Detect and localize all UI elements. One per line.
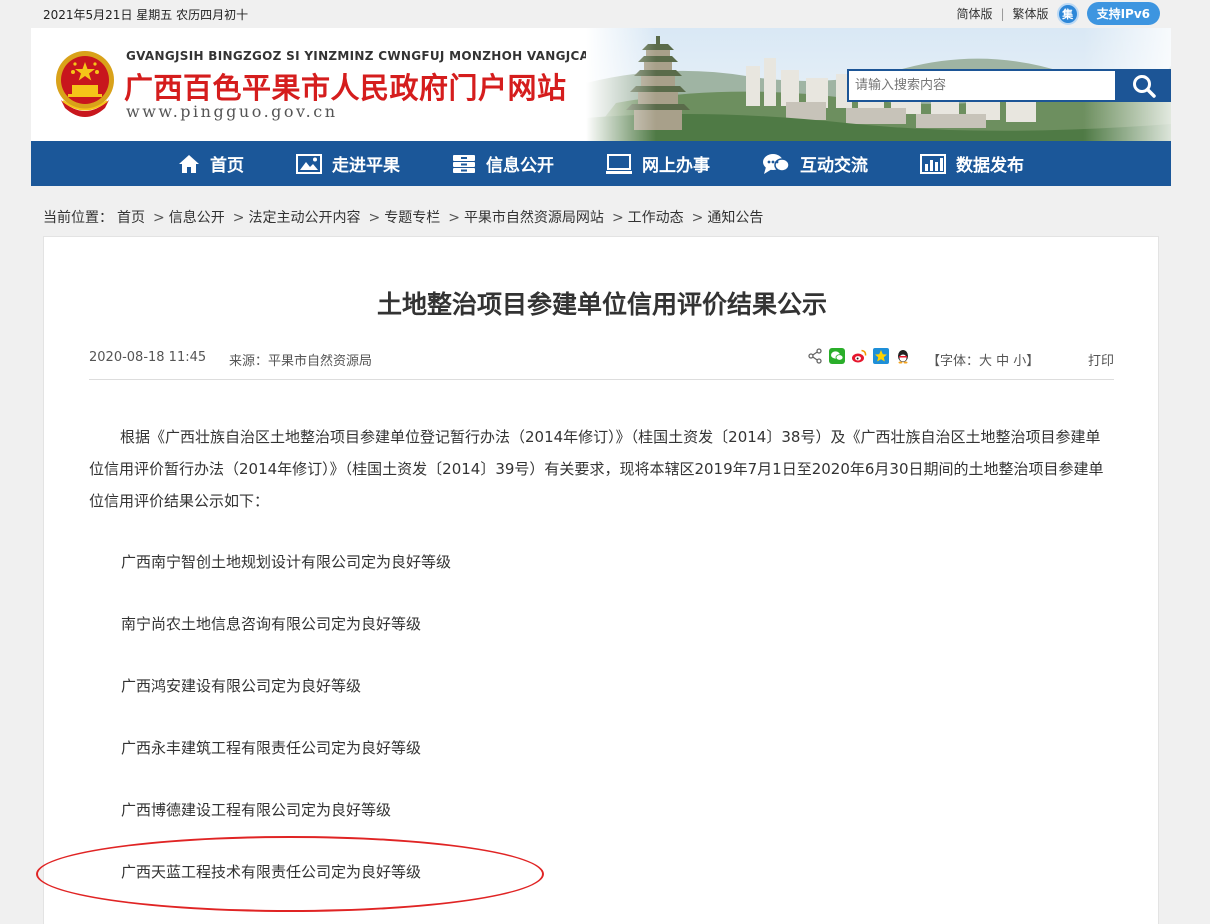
wechat-icon[interactable]	[829, 348, 845, 364]
nav-item-label: 数据发布	[956, 156, 1024, 176]
breadcrumb-arrow: >	[153, 210, 165, 226]
list-item: 广西天蓝工程技术有限责任公司定为良好等级	[121, 863, 422, 881]
ipv6-badge[interactable]: 支持IPv6	[1086, 2, 1160, 25]
breadcrumb-arrow: >	[611, 210, 624, 226]
breadcrumb-arrow: >	[448, 210, 460, 226]
monitor-icon	[606, 153, 632, 174]
share-icon[interactable]	[807, 348, 823, 364]
breadcrumb-arrow: >	[691, 210, 704, 226]
list-item: 广西南宁智创土地规划设计有限公司定为良好等级	[121, 553, 452, 571]
breadcrumb-prefix: 当前位置：	[43, 210, 113, 226]
weibo-icon[interactable]	[851, 348, 867, 364]
search-box	[847, 69, 1117, 102]
cabinet-icon	[453, 154, 475, 173]
main-nav: 首页 走进平果 信息公开 网上办事 互动交流 数据发布	[31, 141, 1171, 186]
nav-item-about[interactable]: 走进平果	[270, 141, 426, 186]
qzone-icon[interactable]	[873, 348, 889, 364]
divider	[89, 379, 1114, 380]
nav-item-info[interactable]: 信息公开	[426, 141, 580, 186]
home-icon	[179, 154, 199, 173]
nav-item-label: 首页	[210, 156, 244, 176]
article-panel: 土地整治项目参建单位信用评价结果公示 2020-08-18 11:45 来源：平…	[43, 236, 1159, 924]
list-item: 广西永丰建筑工程有限责任公司定为良好等级	[121, 739, 422, 757]
list-item: 广西博德建设工程有限公司定为良好等级	[121, 801, 392, 819]
breadcrumb-item[interactable]: 通知公告	[707, 210, 763, 226]
article-title: 土地整治项目参建单位信用评价结果公示	[376, 290, 827, 319]
nav-item-label: 互动交流	[800, 156, 868, 176]
breadcrumb-arrow: >	[232, 210, 245, 226]
site-header: GVANGJSIH BINGZGOZ SI YINZMINZ CWNGFUJ M…	[31, 28, 1171, 141]
site-url: www.pingguo.gov.cn	[126, 102, 338, 121]
nav-item-services[interactable]: 网上办事	[580, 141, 736, 186]
qq-icon[interactable]	[895, 348, 911, 364]
search-button[interactable]	[1117, 69, 1171, 102]
current-date: 2021年5月21日 星期五 农历四月初十	[43, 8, 249, 22]
nav-item-label: 走进平果	[332, 156, 400, 176]
breadcrumb: 当前位置： 首页 > 信息公开 > 法定主动公开内容 > 专题专栏 > 平果市自然资源局网站 > 工作…	[43, 207, 767, 227]
simplified-link[interactable]: 简体版	[956, 5, 992, 22]
nav-item-home[interactable]: 首页	[152, 141, 270, 186]
breadcrumb-arrow: >	[368, 210, 381, 226]
bar-chart-icon	[920, 153, 946, 174]
nav-item-interaction[interactable]: 互动交流	[736, 141, 894, 186]
breadcrumb-item[interactable]: 首页	[117, 210, 145, 226]
breadcrumb-item[interactable]: 专题专栏	[384, 210, 440, 226]
traditional-link[interactable]: 繁体版	[1013, 5, 1049, 22]
font-size-control[interactable]: 【字体：大 中 小】	[927, 350, 1039, 369]
publish-date: 2020-08-18 11:45	[89, 350, 207, 365]
list-item: 广西鸿安建设有限公司定为良好等级	[121, 677, 362, 695]
breadcrumb-item[interactable]: 工作动态	[628, 210, 684, 226]
top-bar-links: 简体版 | 繁体版 集 支持IPv6	[956, 2, 1160, 25]
national-emblem-icon	[56, 51, 114, 117]
site-pinyin: GVANGJSIH BINGZGOZ SI YINZMINZ CWNGFUJ M…	[126, 49, 600, 63]
collection-icon[interactable]: 集	[1056, 2, 1079, 25]
print-button[interactable]: 打印	[1088, 350, 1114, 369]
nav-item-data[interactable]: 数据发布	[894, 141, 1050, 186]
chat-icon	[763, 153, 790, 174]
list-item: 南宁尚农土地信息咨询有限公司定为良好等级	[121, 615, 422, 633]
breadcrumb-item[interactable]: 信息公开	[169, 210, 225, 226]
article-source: 来源：平果市自然资源局	[229, 354, 373, 369]
share-bar	[807, 348, 911, 364]
top-bar: 2021年5月21日 星期五 农历四月初十 简体版 | 繁体版 集 支持IPv6	[0, 0, 1210, 28]
nav-item-label: 网上办事	[642, 156, 710, 176]
search-icon	[1133, 74, 1156, 98]
breadcrumb-item[interactable]: 平果市自然资源局网站	[464, 210, 604, 226]
separator: |	[1000, 6, 1005, 21]
search-input[interactable]	[849, 71, 1115, 100]
picture-icon	[296, 153, 322, 174]
breadcrumb-item[interactable]: 法定主动公开内容	[248, 210, 360, 226]
site-title[interactable]: 广西百色平果市人民政府门户网站	[124, 65, 567, 107]
article-paragraph: 根据《广西壮族自治区土地整治项目参建单位登记暂行办法（2014年修订）》（桂国土…	[89, 428, 1104, 510]
nav-item-label: 信息公开	[486, 156, 554, 176]
